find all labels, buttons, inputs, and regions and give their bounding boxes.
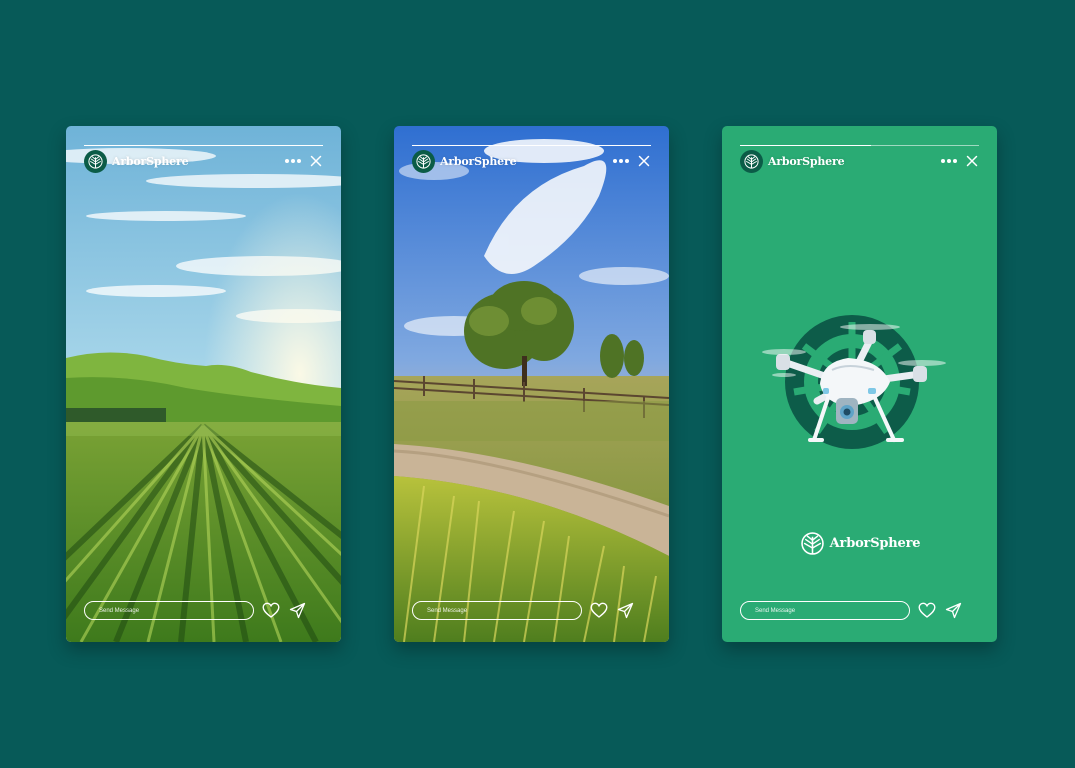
heart-icon[interactable] <box>918 602 936 619</box>
story-footer: Send Message <box>84 601 323 623</box>
send-message-placeholder: Send Message <box>99 607 140 614</box>
vineyard-photo <box>66 126 341 642</box>
story-progress-bar <box>740 145 979 146</box>
brand-name[interactable]: ArborSphere <box>440 155 517 168</box>
story-progress-bar <box>84 145 323 146</box>
story-header: ArborSphere <box>84 150 323 174</box>
drone-scene <box>722 126 997 642</box>
send-message-input[interactable]: Send Message <box>412 601 582 620</box>
close-icon[interactable] <box>965 154 979 168</box>
brand-name[interactable]: ArborSphere <box>768 155 845 168</box>
brand-name[interactable]: ArborSphere <box>112 155 189 168</box>
send-message-input[interactable]: Send Message <box>84 601 254 620</box>
arborsphere-logo-icon <box>800 532 824 555</box>
story-progress-bar <box>412 145 651 146</box>
story-header: ArborSphere <box>740 150 979 174</box>
arborsphere-logo-icon[interactable] <box>412 150 435 173</box>
send-message-input[interactable]: Send Message <box>740 601 910 620</box>
field-photo <box>394 126 669 642</box>
send-icon[interactable] <box>617 602 634 619</box>
more-icon[interactable] <box>285 155 301 167</box>
heart-icon[interactable] <box>590 602 608 619</box>
story-card-vineyard[interactable]: ArborSphere Send Message <box>66 126 341 642</box>
center-brand-logo: ArborSphere <box>722 530 997 557</box>
heart-icon[interactable] <box>262 602 280 619</box>
send-message-placeholder: Send Message <box>427 607 468 614</box>
story-progress-fill <box>740 145 872 146</box>
center-brand-name: ArborSphere <box>829 536 921 551</box>
story-progress-fill <box>84 145 323 146</box>
send-message-placeholder: Send Message <box>755 607 796 614</box>
story-card-field[interactable]: ArborSphere Send Message <box>394 126 669 642</box>
story-card-drone[interactable]: ArborSphere ArborSphere Send Message <box>722 126 997 642</box>
more-icon[interactable] <box>941 155 957 167</box>
story-footer: Send Message <box>412 601 651 623</box>
send-icon[interactable] <box>289 602 306 619</box>
story-progress-fill <box>412 145 651 146</box>
story-header: ArborSphere <box>412 150 651 174</box>
close-icon[interactable] <box>309 154 323 168</box>
arborsphere-logo-icon[interactable] <box>84 150 107 173</box>
arborsphere-logo-icon[interactable] <box>740 150 763 173</box>
story-footer: Send Message <box>740 601 979 623</box>
close-icon[interactable] <box>637 154 651 168</box>
send-icon[interactable] <box>945 602 962 619</box>
more-icon[interactable] <box>613 155 629 167</box>
